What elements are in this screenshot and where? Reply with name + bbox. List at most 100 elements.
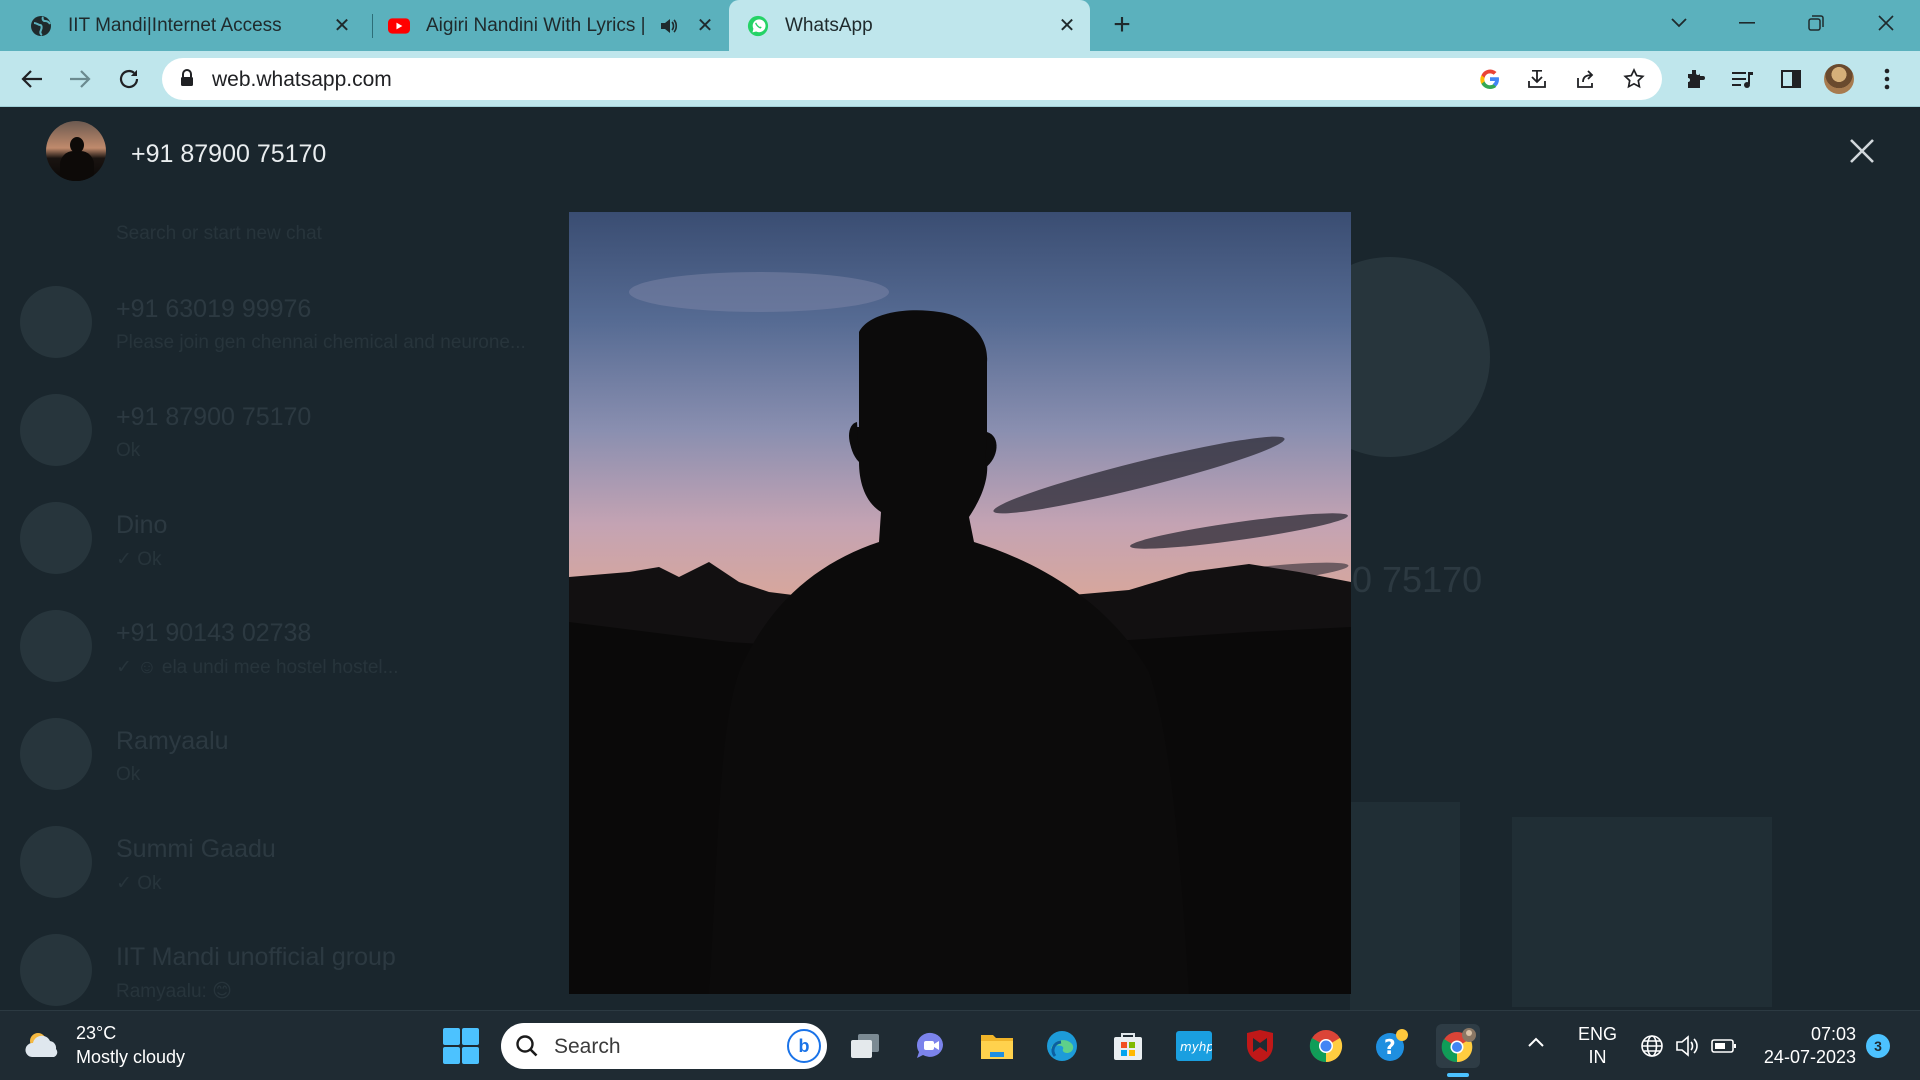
silhouette-illustration [569, 310, 1351, 994]
region-code: IN [1588, 1047, 1607, 1067]
youtube-icon [388, 15, 410, 37]
edge-browser-icon[interactable] [1040, 1024, 1084, 1068]
chat-name: +91 90143 02738 [116, 619, 312, 647]
lock-icon[interactable] [180, 69, 194, 92]
google-icon[interactable] [1478, 67, 1502, 91]
notification-count-badge[interactable]: 3 [1866, 1034, 1890, 1058]
tab-title: Aigiri Nandini With Lyrics | M [426, 14, 652, 36]
clock-time: 07:03 [1810, 1024, 1856, 1044]
url-text: web.whatsapp.com [212, 68, 392, 91]
restore-window-button[interactable] [1796, 8, 1836, 38]
search-icon [515, 1034, 539, 1063]
bing-icon[interactable]: b [787, 1029, 821, 1063]
whatsapp-icon [747, 15, 769, 37]
globe-icon [30, 15, 52, 37]
minimize-window-button[interactable] [1727, 8, 1767, 38]
chat-name: Ramyaalu [116, 727, 229, 755]
chat-preview: ✓ Ok [116, 549, 162, 570]
avatar [20, 502, 92, 574]
chat-preview: ✓ Ok [116, 873, 162, 894]
teams-chat-icon[interactable] [908, 1024, 952, 1068]
profile-avatar[interactable] [1824, 64, 1854, 94]
new-tab-button[interactable]: + [1108, 10, 1136, 40]
weather-description: Mostly cloudy [76, 1047, 186, 1067]
tab-youtube[interactable]: Aigiri Nandini With Lyrics | M ✕ [358, 0, 728, 51]
show-hidden-icons-chevron[interactable] [1527, 1031, 1545, 1054]
chat-preview: Ramyaalu: 😊 [116, 981, 232, 1002]
close-tab-icon[interactable]: ✕ [329, 13, 355, 39]
chat-preview: Ok [116, 764, 141, 785]
avatar [20, 718, 92, 790]
forward-button[interactable] [64, 63, 96, 95]
close-tab-icon[interactable]: ✕ [692, 13, 718, 39]
tab-iit-mandi[interactable]: IIT Mandi|Internet Access ✕ [0, 0, 365, 51]
close-viewer-button[interactable] [1846, 137, 1878, 169]
avatar[interactable] [46, 121, 106, 181]
language-code: ENG [1578, 1024, 1618, 1044]
media-thumbnail [1350, 802, 1460, 1010]
weather-temperature: 23°C [76, 1023, 117, 1043]
input-language-indicator[interactable]: ENG IN [1578, 1023, 1617, 1069]
chat-preview: ✓ ☺ ela undi mee hostel hostel... [116, 657, 399, 678]
taskbar-search[interactable]: Search b [501, 1023, 827, 1069]
tab-title: WhatsApp [785, 14, 873, 36]
windows-taskbar: 23°C Mostly cloudy Search b myhp ? ENG I… [0, 1010, 1920, 1080]
share-icon[interactable] [1573, 67, 1597, 91]
contact-number: 0 75170 [1352, 559, 1483, 600]
chat-name: Dino [116, 511, 168, 539]
side-panel-icon[interactable] [1776, 64, 1806, 94]
media-viewer-header: +91 87900 75170 [0, 107, 1920, 199]
cloudy-weather-icon [24, 1029, 64, 1061]
mcafee-icon[interactable] [1238, 1024, 1282, 1068]
system-clock[interactable]: 07:03 24-07-2023 [1762, 1023, 1856, 1069]
chat-preview: Please join gen chennai chemical and neu… [116, 332, 526, 353]
chat-name: IIT Mandi unofficial group [116, 943, 396, 971]
chrome-icon[interactable] [1304, 1024, 1348, 1068]
clock-date: 24-07-2023 [1763, 1047, 1856, 1067]
help-app-icon[interactable]: ? [1370, 1024, 1414, 1068]
media-thumbnail [1512, 817, 1772, 1007]
close-tab-icon[interactable]: ✕ [1054, 13, 1080, 39]
address-bar[interactable]: web.whatsapp.com [162, 58, 1662, 100]
back-button[interactable] [16, 63, 48, 95]
profile-photo [569, 212, 1351, 994]
install-app-icon[interactable] [1525, 67, 1549, 91]
tab-title: IIT Mandi|Internet Access [68, 14, 282, 36]
reload-button[interactable] [113, 63, 145, 95]
browser-toolbar: web.whatsapp.com [0, 51, 1920, 107]
weather-widget[interactable]: 23°C Mostly cloudy [24, 1021, 185, 1069]
avatar [20, 934, 92, 1006]
network-globe-icon[interactable] [1638, 1032, 1666, 1060]
chrome-menu-icon[interactable] [1872, 64, 1902, 94]
media-control-icon[interactable] [1728, 64, 1758, 94]
chat-name: +91 63019 99976 [116, 295, 312, 323]
tab-whatsapp[interactable]: WhatsApp ✕ [729, 0, 1090, 51]
battery-icon[interactable] [1710, 1032, 1738, 1060]
task-view-icon[interactable] [843, 1024, 887, 1068]
avatar [20, 286, 92, 358]
microsoft-store-icon[interactable] [1106, 1024, 1150, 1068]
browser-tab-strip: IIT Mandi|Internet Access ✕ Aigiri Nandi… [0, 0, 1920, 51]
avatar [20, 826, 92, 898]
chat-name: Summi Gaadu [116, 835, 276, 863]
close-icon [1849, 138, 1875, 169]
chrome-profile-window-icon[interactable] [1436, 1024, 1480, 1068]
search-label: Search [554, 1035, 621, 1058]
tab-search-chevron-icon[interactable] [1659, 8, 1699, 38]
chat-search-placeholder: Search or start new chat [116, 223, 322, 244]
active-app-indicator [1447, 1073, 1469, 1077]
avatar [20, 610, 92, 682]
close-window-button[interactable] [1866, 8, 1906, 38]
avatar [20, 394, 92, 466]
contact-name[interactable]: +91 87900 75170 [131, 140, 326, 169]
extensions-icon[interactable] [1680, 64, 1710, 94]
svg-text:myhp: myhp [1180, 1040, 1212, 1054]
file-explorer-icon[interactable] [975, 1024, 1019, 1068]
myhp-app-icon[interactable]: myhp [1172, 1024, 1216, 1068]
svg-text:?: ? [1384, 1035, 1396, 1059]
speaker-icon[interactable] [660, 18, 678, 34]
volume-icon[interactable] [1673, 1032, 1701, 1060]
bookmark-star-icon[interactable] [1622, 67, 1646, 91]
chat-preview: Ok [116, 440, 141, 461]
start-button[interactable] [443, 1028, 479, 1064]
